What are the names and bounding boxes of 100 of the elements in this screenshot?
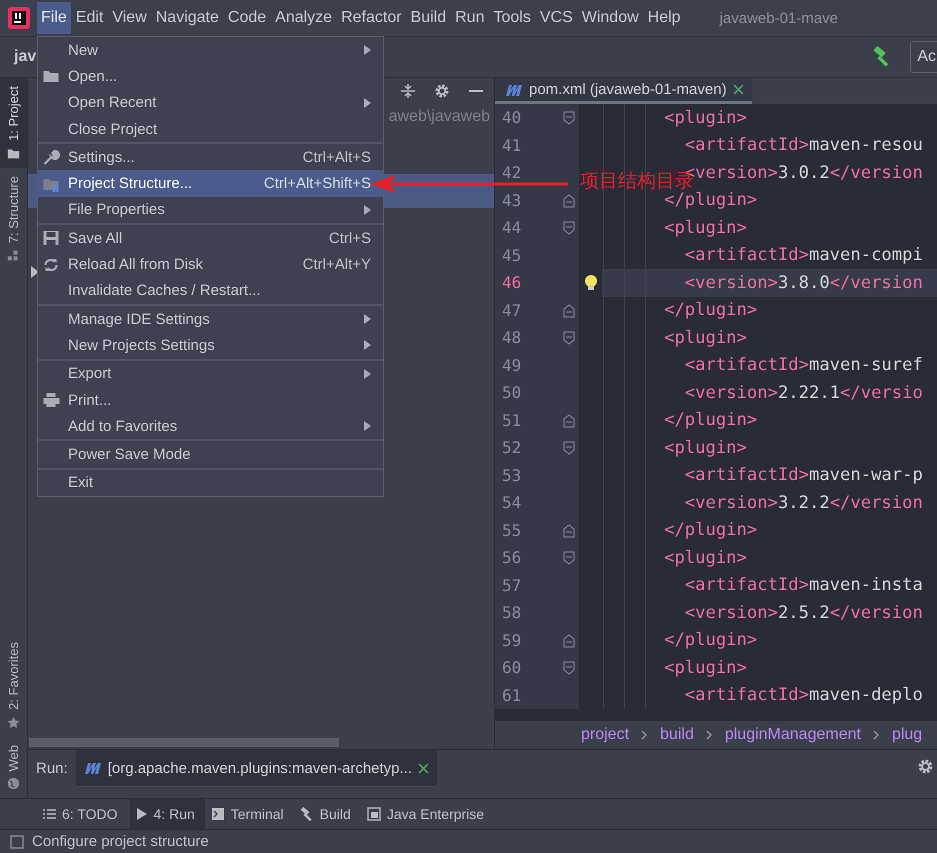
menu-item[interactable]: Window: [578, 2, 643, 34]
globe-icon: [7, 777, 20, 790]
fold-marker-icon[interactable]: [563, 551, 575, 565]
menu-item[interactable]: Export: [38, 360, 383, 387]
menu-item[interactable]: Close Project: [38, 116, 383, 142]
line-number: 40: [502, 108, 522, 128]
run-configuration-dropdown[interactable]: Ac: [910, 41, 937, 73]
list-icon: [42, 807, 56, 821]
tool-window-tab[interactable]: Build: [296, 799, 361, 829]
fold-marker-icon[interactable]: [563, 304, 575, 318]
square-icon[interactable]: [10, 834, 24, 848]
menu-item[interactable]: Settings... Ctrl+Alt+S: [38, 144, 383, 170]
terminal-icon: [210, 807, 225, 821]
line-number: 45: [502, 246, 522, 265]
close-icon[interactable]: [418, 762, 430, 774]
line-number: 54: [502, 493, 522, 512]
menu-item[interactable]: Run: [451, 2, 488, 34]
menu-item[interactable]: Edit: [72, 2, 108, 34]
breadcrumb[interactable]: project: [581, 726, 630, 744]
menu-item[interactable]: Open Recent: [38, 90, 383, 116]
line-number: 52: [502, 438, 522, 458]
side-tab[interactable]: Web: [0, 736, 27, 798]
blocks-icon: [7, 249, 20, 262]
menu-item[interactable]: VCS: [536, 2, 577, 34]
menu-item[interactable]: Tools: [489, 2, 535, 34]
tool-window-tab[interactable]: Terminal: [206, 799, 294, 829]
line-number: 60: [502, 658, 522, 678]
fold-marker-icon[interactable]: [563, 414, 575, 428]
printer-icon: [42, 392, 60, 408]
side-tab[interactable]: 7: Structure: [0, 168, 27, 270]
close-icon[interactable]: [732, 84, 744, 95]
line-number: 50: [502, 383, 522, 402]
menu-item[interactable]: Save All Ctrl+S: [38, 225, 383, 252]
collapse-all-icon[interactable]: [400, 83, 416, 99]
menu-item[interactable]: View: [108, 2, 151, 34]
fold-marker-icon[interactable]: [563, 661, 575, 675]
menu-item[interactable]: Open...: [38, 63, 383, 90]
menu-item[interactable]: New Projects Settings: [38, 332, 383, 359]
line-number: 57: [502, 576, 522, 595]
tool-window-tab[interactable]: Java Enterprise: [362, 799, 494, 829]
tool-window-tab[interactable]: 6: TODO: [38, 799, 128, 829]
hammer-icon: [300, 807, 314, 821]
folder-icon: [42, 68, 60, 84]
folder-icon: [7, 146, 20, 160]
menu-item[interactable]: Exit: [38, 470, 383, 496]
fold-marker-icon[interactable]: [563, 331, 575, 345]
window-title: javaweb-01-mave: [720, 10, 838, 26]
menu-item[interactable]: Manage IDE Settings: [38, 306, 383, 332]
chevron-icon: [706, 730, 713, 740]
scrollbar[interactable]: [29, 738, 339, 747]
line-number: 55: [502, 520, 522, 540]
breadcrumb[interactable]: build: [660, 726, 694, 744]
settings-icon[interactable]: [917, 758, 934, 775]
menu-item[interactable]: New: [38, 37, 383, 64]
menu-item[interactable]: Refactor: [337, 2, 406, 34]
menu-item[interactable]: Power Save Mode: [38, 441, 383, 468]
menu-item[interactable]: Print...: [38, 386, 383, 414]
menu-item[interactable]: Reload All from Disk Ctrl+Alt+Y: [38, 251, 383, 278]
side-tab[interactable]: 1: Project: [0, 78, 27, 168]
fold-marker-icon[interactable]: [563, 634, 575, 648]
menu-item[interactable]: Build: [406, 2, 450, 34]
tool-window-tab[interactable]: 4: Run: [130, 799, 205, 829]
fold-marker-icon[interactable]: [563, 194, 575, 208]
fold-marker-icon[interactable]: [563, 441, 575, 455]
menu-item[interactable]: Analyze: [271, 2, 336, 34]
panel-title: Run:: [35, 759, 69, 779]
menu-item[interactable]: Add to Favorites: [38, 413, 383, 440]
breadcrumb[interactable]: pluginManagement: [724, 726, 861, 744]
line-number: 41: [502, 136, 522, 155]
line-number: 42: [502, 163, 522, 182]
lightbulb-icon[interactable]: [584, 274, 598, 292]
menu-item[interactable]: Invalidate Caches / Restart...: [38, 278, 383, 304]
line-number: 48: [502, 328, 522, 348]
menu-item[interactable]: File Properties: [38, 196, 383, 224]
fold-marker-icon[interactable]: [563, 111, 575, 125]
line-number: 49: [502, 356, 522, 375]
menu-item[interactable]: Navigate: [152, 2, 223, 34]
expand-arrow-icon[interactable]: [30, 266, 39, 278]
line-number: 43: [502, 190, 522, 210]
line-number: 46: [502, 273, 522, 292]
chevron-icon: [872, 730, 880, 740]
fold-marker-icon[interactable]: [563, 524, 575, 538]
line-number: 44: [502, 218, 522, 238]
menu-item[interactable]: Project Structure... Ctrl+Alt+Shift+S: [38, 170, 383, 197]
editor-tab[interactable]: pom.xml (javaweb-01-maven): [495, 78, 752, 104]
menu-item[interactable]: Code: [224, 2, 270, 34]
settings-icon[interactable]: [434, 83, 450, 99]
menu-item[interactable]: File: [37, 2, 71, 34]
run-tab[interactable]: [org.apache.maven.plugins:maven-archetyp...: [76, 750, 438, 787]
chevron-icon: [641, 730, 648, 740]
star-icon: [7, 716, 20, 728]
line-number: 61: [502, 686, 522, 705]
line-number: 53: [502, 466, 522, 485]
line-number: 47: [502, 300, 522, 320]
side-tab[interactable]: 2: Favorites: [0, 634, 27, 736]
breadcrumb[interactable]: plug: [892, 726, 922, 744]
line-number: 59: [502, 630, 522, 650]
fold-marker-icon[interactable]: [563, 221, 575, 235]
menu-item[interactable]: Help: [644, 2, 685, 34]
wrench-icon: [42, 149, 60, 166]
